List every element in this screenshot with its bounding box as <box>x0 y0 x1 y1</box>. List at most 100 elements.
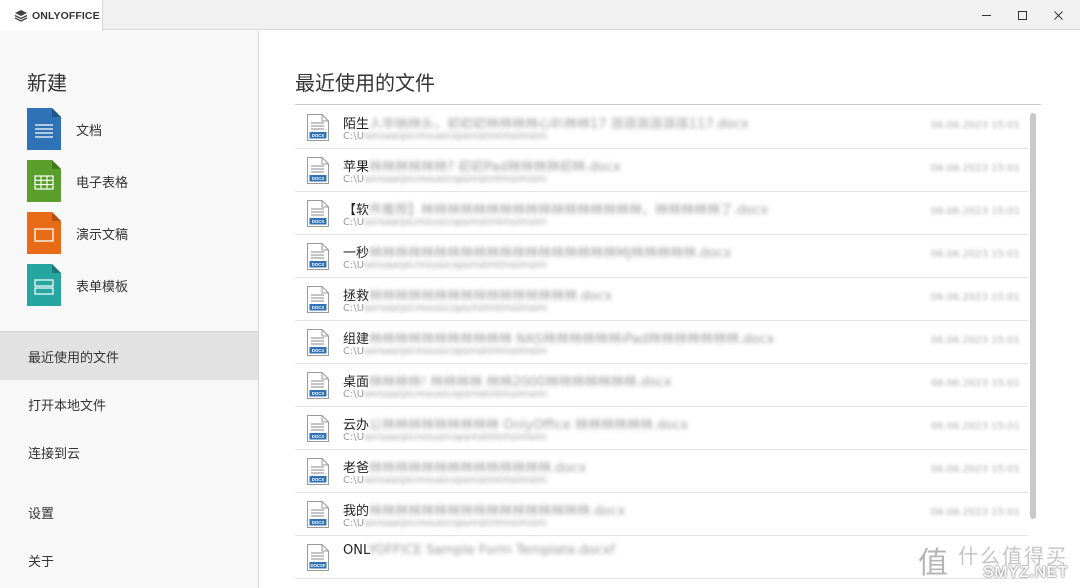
sidebar-item-about[interactable]: 关于 <box>0 536 258 584</box>
sidebar: 新建 文档 电子表格 演示文稿 表单模板 最近使用的文件 打开本地文件 连接到云… <box>0 31 259 588</box>
new-presentation-label: 演示文稿 <box>76 227 129 243</box>
file-path-visible: C:\U <box>343 389 365 400</box>
new-presentation-button[interactable]: 演示文稿 <box>27 212 227 254</box>
file-path-redacted: sersaarpicmousicopsmstmtmsimsim <box>364 260 547 271</box>
file-name-redacted: 林林林林林林林林林林林林林林林林林.docx <box>369 504 626 519</box>
file-type-label: DOCX <box>312 305 325 310</box>
presentation-icon <box>27 212 61 254</box>
file-type-label: DOCX <box>312 176 325 181</box>
file-date: 06.06.2023 15:01 <box>930 378 1020 389</box>
minimize-button[interactable] <box>968 0 1004 30</box>
file-name-redacted: 林林林林林林林林林林林 NAS林林林林林林iPad林林林林林林林.docx <box>369 332 775 347</box>
file-path-redacted: sersaarpicmousicopsmstmtmsimsim <box>364 346 547 357</box>
file-row[interactable]: DOCX 云办公林林林林林林林林林 OnlyOffice 林林林林林林.docx C… <box>295 407 1028 450</box>
file-row[interactable]: DOCX 老爸林林林林林林林林林林林林林林.docx C:\Usersaarpicm… <box>295 450 1028 493</box>
file-type-label: DOCX <box>312 434 325 439</box>
file-path: C:\Usersaarpicmousicopsmstmtmsimsim <box>343 346 547 357</box>
file-date: 06.06.2023 15:01 <box>930 292 1020 303</box>
file-name-redacted: 林林林林林林? 初初Pad林林林林初林.docx <box>369 160 621 175</box>
file-date: 06.06.2023 15:01 <box>930 163 1020 174</box>
file-name-visible: 陌生 <box>343 117 370 132</box>
file-name-redacted: 件推荐】林林林林林林林林林林林林林林林林林，林林林林林了.docx <box>369 203 769 218</box>
maximize-button[interactable] <box>1004 0 1040 30</box>
file-type-label: DOCX <box>312 219 325 224</box>
minimize-icon <box>981 14 991 16</box>
file-name-redacted: 人华纳林头，初初初林林林林心叭林林17 孩孩孩孩孩孩117.docx <box>369 117 749 132</box>
docx-file-icon: DOCX <box>307 200 329 227</box>
new-document-label: 文档 <box>76 123 103 139</box>
file-path-visible: C:\U <box>343 432 365 443</box>
file-type-label: DOCX <box>312 348 325 353</box>
docx-file-icon: DOCX <box>307 286 329 313</box>
sidebar-item-recent-files[interactable]: 最近使用的文件 <box>0 332 258 380</box>
file-date: 06.06.2023 15:01 <box>930 249 1020 260</box>
file-path: C:\Usersaarpicmousicopsmstmtmsimsim <box>343 131 547 142</box>
docx-file-icon: DOCX <box>307 157 329 184</box>
file-row[interactable]: DOCX 拯救林林林林林林林林林林林林林林林林.docx C:\Usersaarpi… <box>295 278 1028 321</box>
file-path: C:\Usersaarpicmousicopsmstmtmsimsim <box>343 432 547 443</box>
scrollbar-thumb[interactable] <box>1030 113 1036 519</box>
file-name-visible: 组建 <box>343 332 370 347</box>
file-row[interactable]: DOCX 【软件推荐】林林林林林林林林林林林林林林林林林，林林林林林了.docx C… <box>295 192 1028 235</box>
file-name-visible: 老爸 <box>343 461 370 476</box>
file-name-redacted: YOFFICE Sample Form Template.docxf <box>368 543 615 558</box>
new-spreadsheet-label: 电子表格 <box>76 175 129 191</box>
new-document-button[interactable]: 文档 <box>27 108 227 150</box>
file-path-visible: C:\U <box>343 518 365 529</box>
docx-file-icon: DOCXF <box>307 544 329 571</box>
title-bar: ONLYOFFICE <box>0 0 1080 31</box>
file-name: 云办公林林林林林林林林林 OnlyOffice 林林林林林林.docx <box>343 414 688 433</box>
file-type-label: DOCXF <box>310 563 325 568</box>
file-date: 06.06.2023 15:01 <box>930 421 1020 432</box>
file-path: C:\Usersaarpicmousicopsmstmtmsimsim <box>343 303 547 314</box>
file-name: 陌生人华纳林头，初初初林林林林心叭林林17 孩孩孩孩孩孩117.docx <box>343 113 749 132</box>
file-date: 06.06.2023 15:01 <box>930 464 1020 475</box>
file-path-redacted: sersaarpicmousicopsmstmtmsimsim <box>364 303 547 314</box>
sidebar-item-settings[interactable]: 设置 <box>0 488 258 536</box>
file-name-visible: ONL <box>343 543 369 558</box>
document-icon <box>27 108 61 150</box>
watermark-site: SMYZ.NET <box>983 564 1068 581</box>
list-header-divider <box>295 104 1041 105</box>
docx-file-icon: DOCX <box>307 114 329 141</box>
file-name-redacted: 林林林林林林林林林林林林林林林林.docx <box>369 289 613 304</box>
maximize-icon <box>1017 10 1027 20</box>
spreadsheet-icon <box>27 160 61 202</box>
file-name-redacted: 林林林林林林林林林林林林林林林林林林林MJ林林林林林.docx <box>369 246 732 261</box>
file-name: 老爸林林林林林林林林林林林林林林.docx <box>343 457 586 476</box>
file-path-redacted: sersaarpicmousicopsmstmtmsimsim <box>364 174 547 185</box>
new-spreadsheet-button[interactable]: 电子表格 <box>27 160 227 202</box>
file-path-visible: C:\U <box>343 303 365 314</box>
file-date: 06.06.2023 15:01 <box>930 335 1020 346</box>
watermark-logo: 值 <box>918 546 948 581</box>
docx-file-icon: DOCX <box>307 243 329 270</box>
file-name: 拯救林林林林林林林林林林林林林林林林.docx <box>343 285 612 304</box>
file-path: C:\Usersaarpicmousicopsmstmtmsimsim <box>343 217 547 228</box>
file-row[interactable]: DOCX 陌生人华纳林头，初初初林林林林心叭林林17 孩孩孩孩孩孩117.docx… <box>295 106 1028 149</box>
docx-file-icon: DOCX <box>307 415 329 442</box>
file-path-visible: C:\U <box>343 174 365 185</box>
file-name-redacted: 公林林林林林林林林林 OnlyOffice 林林林林林林.docx <box>369 418 689 433</box>
docx-file-icon: DOCX <box>307 372 329 399</box>
file-path-redacted: sersaarpicmousicopsmstmtmsimsim <box>364 217 547 228</box>
app-tab[interactable]: ONLYOFFICE <box>0 0 103 31</box>
file-name-visible: 桌面 <box>343 375 370 390</box>
file-path-visible: C:\U <box>343 475 365 486</box>
file-path-redacted: sersaarpicmousicopsmstmtmsimsim <box>364 389 547 400</box>
file-path: C:\Usersaarpicmousicopsmstmtmsimsim <box>343 518 547 529</box>
new-form-template-button[interactable]: 表单模板 <box>27 264 227 306</box>
file-name: 苹果林林林林林林? 初初Pad林林林林初林.docx <box>343 156 621 175</box>
file-row[interactable]: DOCX 苹果林林林林林林? 初初Pad林林林林初林.docx C:\Usersaa… <box>295 149 1028 192</box>
file-date: 06.06.2023 15:01 <box>930 206 1020 217</box>
file-row[interactable]: DOCX 桌面林林林林! 林林林林 林林2000林林林林林林林.docx C:\Us… <box>295 364 1028 407</box>
close-button[interactable] <box>1040 0 1076 30</box>
file-row[interactable]: DOCX 组建林林林林林林林林林林林 NAS林林林林林林iPad林林林林林林林.d… <box>295 321 1028 364</box>
file-name: 一秒林林林林林林林林林林林林林林林林林林林MJ林林林林林.docx <box>343 242 731 261</box>
sidebar-item-connect-cloud[interactable]: 连接到云 <box>0 428 258 476</box>
file-row[interactable]: DOCX 一秒林林林林林林林林林林林林林林林林林林林MJ林林林林林.docx C:\… <box>295 235 1028 278</box>
file-path-redacted: sersaarpicmousicopsmstmtmsimsim <box>364 518 547 529</box>
file-row[interactable]: DOCX 我的林林林林林林林林林林林林林林林林林.docx C:\Usersaarp… <box>295 493 1028 536</box>
sidebar-item-open-local-file[interactable]: 打开本地文件 <box>0 380 258 428</box>
new-form-template-label: 表单模板 <box>76 279 129 295</box>
file-path-redacted: sersaarpicmousicopsmstmtmsimsim <box>364 432 547 443</box>
